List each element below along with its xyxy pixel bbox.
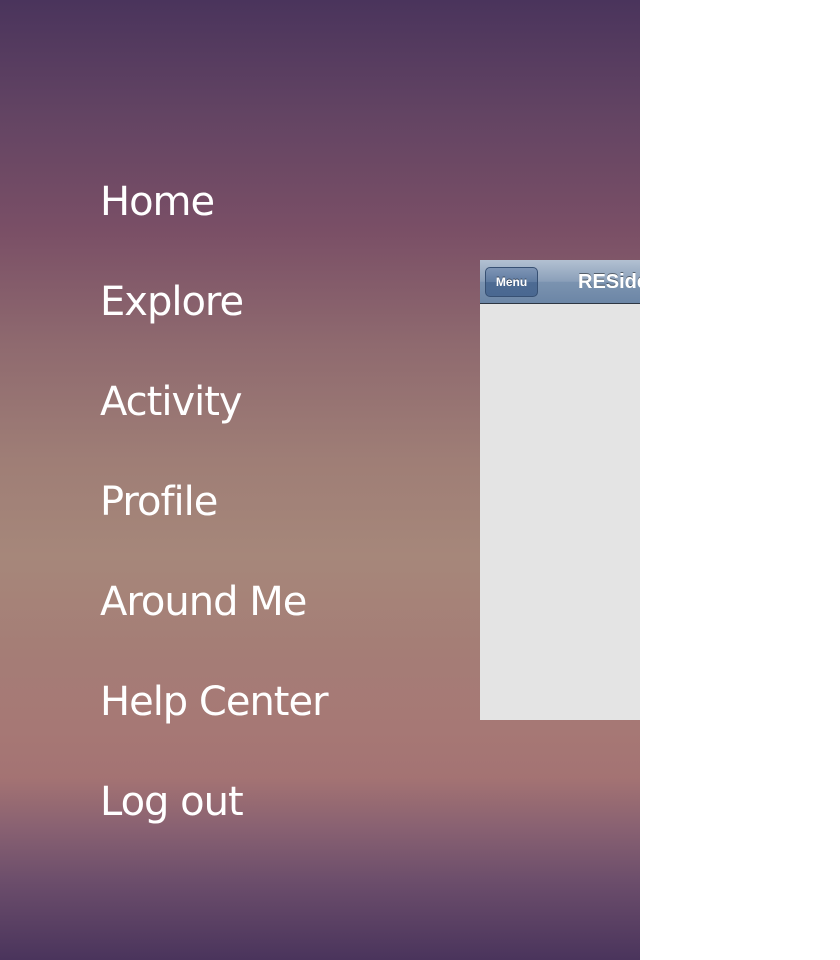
menu-item-profile[interactable]: Profile <box>100 452 328 552</box>
menu-item-explore[interactable]: Explore <box>100 252 328 352</box>
menu-item-around-me[interactable]: Around Me <box>100 552 328 652</box>
side-menu-screen: Home Explore Activity Profile Around Me … <box>0 0 640 960</box>
menu-item-log-out[interactable]: Log out <box>100 752 328 852</box>
menu-item-help-center[interactable]: Help Center <box>100 652 329 752</box>
menu-item-activity[interactable]: Activity <box>100 352 328 452</box>
navigation-title: RESideMenu <box>578 271 640 293</box>
menu-item-home[interactable]: Home <box>100 152 328 252</box>
side-menu: Home Explore Activity Profile Around Me … <box>100 152 329 852</box>
menu-button[interactable]: Menu <box>485 267 538 297</box>
content-view-preview[interactable]: Menu RESideMenu <box>480 260 640 720</box>
navigation-bar: Menu RESideMenu <box>480 260 640 304</box>
